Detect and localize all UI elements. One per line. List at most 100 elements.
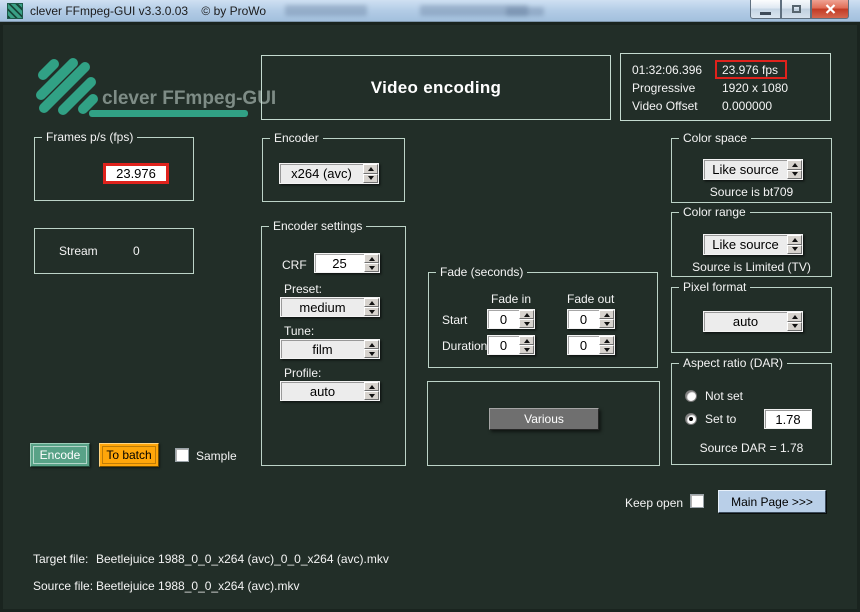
aspect-ratio-title: Aspect ratio (DAR) (679, 356, 788, 370)
arrow-down-icon (791, 172, 798, 177)
fade-start-in-spinner[interactable]: 0 (487, 309, 535, 329)
spinner-buttons (787, 160, 802, 179)
spin-down-button[interactable] (599, 345, 614, 354)
color-range-note: Source is Limited (TV) (692, 260, 811, 274)
color-range-spinner[interactable]: Like source (703, 234, 803, 255)
window-title-copyright: © by ProWo (201, 4, 267, 18)
titlebar[interactable]: clever FFmpeg-GUI v3.3.0.03 © by ProWo (0, 0, 860, 22)
client-area: clever FFmpeg-GUI Video encoding 01:32:0… (0, 22, 860, 612)
app-logo-icon (36, 58, 98, 115)
fade-in-header: Fade in (491, 292, 532, 306)
spin-up-button[interactable] (519, 310, 534, 319)
preset-label: Preset: (284, 282, 323, 296)
maximize-icon (791, 5, 801, 13)
not-set-label[interactable]: Not set (705, 389, 743, 403)
spin-down-button[interactable] (787, 321, 802, 331)
page-title-box: Video encoding (261, 55, 611, 120)
set-to-radio[interactable] (685, 413, 697, 425)
close-icon (825, 4, 835, 14)
pixel-format-title: Pixel format (679, 280, 751, 294)
preset-spinner[interactable]: medium (280, 297, 380, 317)
various-button[interactable]: Various (489, 408, 599, 430)
spin-down-button[interactable] (599, 319, 614, 328)
profile-spinner-buttons (364, 382, 379, 400)
info-offset-label: Video Offset (632, 99, 698, 113)
sample-label[interactable]: Sample (196, 449, 237, 463)
not-set-radio[interactable] (685, 390, 697, 402)
spin-up-button[interactable] (363, 164, 378, 174)
keep-open-checkbox[interactable] (690, 494, 704, 508)
info-resolution: 1920 x 1080 (722, 81, 789, 95)
arrow-down-icon (368, 351, 375, 356)
app-icon (7, 3, 23, 19)
stream-box: Stream 0 (34, 228, 194, 274)
fade-group-title: Fade (seconds) (436, 265, 528, 279)
spin-down-button[interactable] (519, 345, 534, 354)
maximize-button[interactable] (781, 0, 811, 19)
pixel-format-group: Pixel format auto (671, 280, 832, 353)
arrow-up-icon (791, 162, 798, 167)
spin-up-button[interactable] (787, 235, 802, 245)
pixel-format-spinner[interactable]: auto (703, 311, 803, 332)
titlebar-ghost-artifact (506, 7, 544, 16)
spin-up-button[interactable] (787, 160, 802, 170)
encoder-spinner[interactable]: x264 (avc) (279, 163, 379, 184)
spin-up-button[interactable] (364, 340, 379, 349)
arrow-down-icon (523, 347, 530, 352)
spin-down-button[interactable] (363, 173, 378, 183)
fade-out-header: Fade out (567, 292, 615, 306)
arrow-down-icon (791, 247, 798, 252)
arrow-down-icon (603, 347, 610, 352)
spin-up-button[interactable] (364, 382, 379, 391)
sample-checkbox[interactable] (175, 448, 189, 462)
spin-down-button[interactable] (519, 319, 534, 328)
arrow-down-icon (523, 321, 530, 326)
fps-input[interactable]: 23.976 (103, 163, 169, 184)
fade-start-out-spinner[interactable]: 0 (567, 309, 615, 329)
set-to-label[interactable]: Set to (705, 412, 736, 426)
crf-value: 25 (332, 255, 347, 271)
color-range-group: Color range Like source Source is Limite… (671, 205, 832, 277)
color-space-spinner[interactable]: Like source (703, 159, 803, 180)
dar-input[interactable]: 1.78 (764, 409, 812, 429)
fps-group-title: Frames p/s (fps) (42, 130, 138, 144)
spin-down-button[interactable] (364, 391, 379, 400)
spin-down-button[interactable] (364, 263, 379, 272)
info-offset-value: 0.000000 (722, 99, 773, 113)
window-controls (750, 0, 849, 21)
to-batch-button[interactable]: To batch (99, 443, 159, 467)
spin-up-button[interactable] (364, 298, 379, 307)
encoder-spinner-buttons (363, 164, 378, 183)
spin-up-button[interactable] (599, 310, 614, 319)
fade-duration-out-spinner[interactable]: 0 (567, 335, 615, 355)
spin-down-button[interactable] (787, 169, 802, 179)
crf-spinner-buttons (364, 254, 379, 272)
close-button[interactable] (811, 0, 849, 19)
tune-spinner[interactable]: film (280, 339, 380, 359)
window-title-text: clever FFmpeg-GUI v3.3.0.03 (30, 4, 189, 18)
target-file-value: Beetlejuice 1988_0_0_x264 (avc)_0_0_x264… (96, 552, 389, 566)
main-page-button[interactable]: Main Page >>> (718, 490, 826, 513)
window-title: clever FFmpeg-GUI v3.3.0.03 © by ProWo (30, 4, 266, 18)
spin-up-button[interactable] (364, 254, 379, 263)
color-space-title: Color space (679, 131, 752, 145)
encode-button[interactable]: Encode (30, 443, 90, 467)
spin-up-button[interactable] (787, 312, 802, 322)
fade-duration-in-spinner[interactable]: 0 (487, 335, 535, 355)
arrow-up-icon (367, 166, 374, 171)
spin-down-button[interactable] (787, 244, 802, 254)
minimize-button[interactable] (750, 0, 781, 19)
crf-spinner[interactable]: 25 (314, 253, 380, 273)
spin-up-button[interactable] (599, 336, 614, 345)
spin-up-button[interactable] (519, 336, 534, 345)
crf-label: CRF (282, 258, 307, 272)
spin-down-button[interactable] (364, 307, 379, 316)
aspect-ratio-group: Aspect ratio (DAR) Not set Set to 1.78 S… (671, 356, 832, 465)
spin-down-button[interactable] (364, 349, 379, 358)
arrow-up-icon (791, 237, 798, 242)
profile-spinner[interactable]: auto (280, 381, 380, 401)
tune-spinner-buttons (364, 340, 379, 358)
keep-open-label[interactable]: Keep open (625, 496, 683, 510)
stream-label: Stream (59, 244, 98, 258)
spinner-buttons (519, 310, 534, 328)
